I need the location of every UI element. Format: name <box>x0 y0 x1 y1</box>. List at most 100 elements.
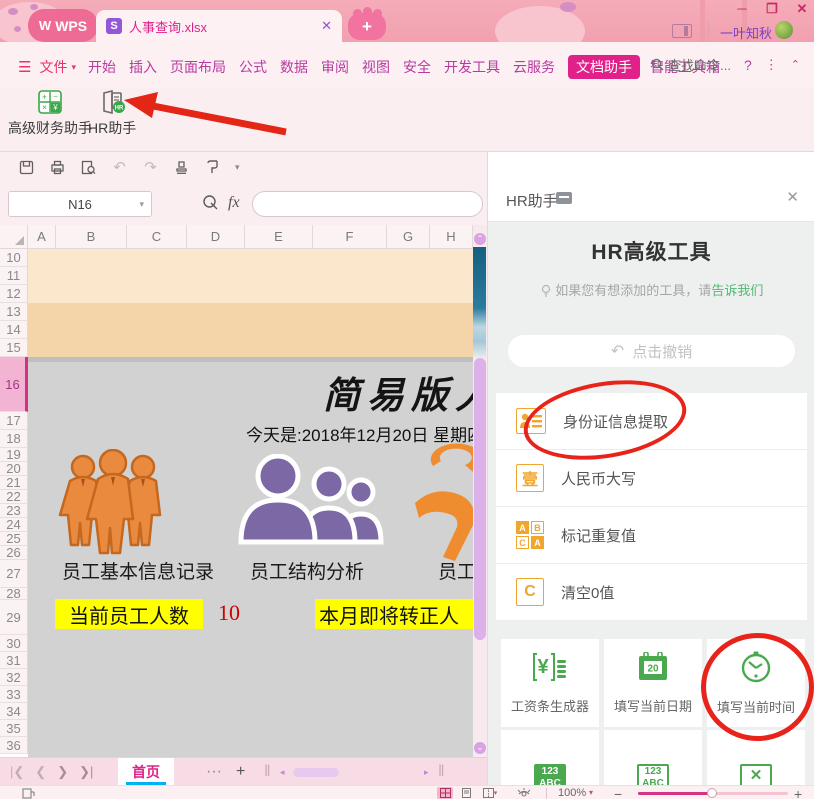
row-header-20[interactable]: 20 <box>0 462 28 476</box>
zoom-caret-icon[interactable]: ▾ <box>589 788 593 797</box>
page-layout-view-icon[interactable] <box>458 787 474 799</box>
finance-assistant-button[interactable]: + − × ¥ 高级财务助手 <box>8 90 92 138</box>
tool-tile-row2-0[interactable]: 123ABC <box>501 730 599 785</box>
scroll-down-icon[interactable]: ⌄ <box>474 742 486 754</box>
row-header-23[interactable]: 23 <box>0 504 28 518</box>
tool-item-标记重复值[interactable]: ABCA标记重复值 <box>496 507 807 564</box>
row-header-12[interactable]: 12 <box>0 285 28 303</box>
row-header-36[interactable]: 36 <box>0 737 28 754</box>
new-tab-button[interactable]: + <box>348 13 386 40</box>
sheet-list-icon[interactable]: ··· <box>206 758 222 786</box>
first-sheet-icon[interactable]: |❮ <box>10 764 24 780</box>
print-preview-icon[interactable] <box>80 159 97 176</box>
help-icon[interactable]: ? <box>744 57 752 73</box>
menu-item-插入[interactable]: 插入 <box>129 57 157 77</box>
module-label-basic-info[interactable]: 员工基本信息记录 <box>62 557 214 584</box>
undo-icon[interactable]: ↶ <box>111 159 128 176</box>
menu-item-页面布局[interactable]: 页面布局 <box>170 57 226 77</box>
row-header-11[interactable]: 11 <box>0 267 28 285</box>
collapse-ribbon-icon[interactable]: ⌃ <box>791 58 800 71</box>
column-header-C[interactable]: C <box>127 225 187 249</box>
add-sheet-icon[interactable]: + <box>236 758 245 786</box>
hamburger-icon[interactable]: ☰ <box>18 58 31 76</box>
row-header-22[interactable]: 22 <box>0 490 28 504</box>
click-undo-button[interactable]: ↶ 点击撤销 <box>508 335 795 367</box>
row-header-28[interactable]: 28 <box>0 588 28 600</box>
row-header-32[interactable]: 32 <box>0 669 28 686</box>
module-label-structure[interactable]: 员工结构分析 <box>250 557 364 584</box>
cell-name-box[interactable]: N16 ▾ <box>8 191 152 217</box>
row-header-24[interactable]: 24 <box>0 518 28 532</box>
select-all-corner[interactable] <box>0 225 28 249</box>
tool-tile-填写当前日期[interactable]: 20填写当前日期 <box>604 639 702 727</box>
maximize-button[interactable]: ❐ <box>761 1 783 17</box>
zoom-slider-thumb[interactable] <box>707 788 717 798</box>
zoom-formula-icon[interactable] <box>202 194 219 211</box>
toolbar-more-icon[interactable]: ▾ <box>235 162 240 173</box>
row-header-35[interactable]: 35 <box>0 720 28 737</box>
menu-item-开始[interactable]: 开始 <box>88 57 116 77</box>
row-header-34[interactable]: 34 <box>0 703 28 720</box>
tell-us-link[interactable]: 告诉我们 <box>711 283 763 298</box>
column-header-D[interactable]: D <box>187 225 245 249</box>
row-header-30[interactable]: 30 <box>0 635 28 652</box>
fx-icon[interactable]: fx <box>228 194 240 212</box>
page-break-view-icon[interactable]: ▾ <box>479 787 501 799</box>
row-header-29[interactable]: 29 <box>0 600 28 635</box>
vertical-scrollbar-thumb[interactable] <box>474 358 486 640</box>
last-sheet-icon[interactable]: ❯| <box>79 764 93 780</box>
tool-item-清空0值[interactable]: C清空0值 <box>496 564 807 621</box>
dock-sidebar-icon[interactable] <box>672 24 692 38</box>
horizontal-scrollbar-thumb[interactable] <box>293 768 339 777</box>
column-header-F[interactable]: F <box>313 225 387 249</box>
hscroll-right-icon[interactable]: ▸ <box>424 758 429 786</box>
hscroll-left-icon[interactable]: ◂ <box>280 758 285 786</box>
menu-item-公式[interactable]: 公式 <box>239 57 267 77</box>
sheet-tab-home[interactable]: 首页 <box>118 758 174 786</box>
vertical-scrollbar[interactable]: ⌃ ⌄ <box>473 225 487 757</box>
menu-item-开发工具[interactable]: 开发工具 <box>444 57 500 77</box>
formula-input[interactable] <box>252 191 483 217</box>
row-header-31[interactable]: 31 <box>0 652 28 669</box>
row-header-15[interactable]: 15 <box>0 339 28 357</box>
selection-info-icon[interactable] <box>22 788 35 799</box>
more-icon[interactable]: ⋮ <box>765 57 778 73</box>
close-tab-icon[interactable]: ✕ <box>321 18 332 34</box>
stamp-icon[interactable] <box>173 159 190 176</box>
document-tab[interactable]: S 人事查询.xlsx ✕ <box>96 10 342 42</box>
row-header-17[interactable]: 17 <box>0 412 28 430</box>
row-header-13[interactable]: 13 <box>0 303 28 321</box>
orange-clipart-partial-icon[interactable] <box>413 441 473 561</box>
print-icon[interactable] <box>49 159 66 176</box>
format-painter-icon[interactable] <box>204 159 221 176</box>
row-header-26[interactable]: 26 <box>0 546 28 560</box>
row-header-21[interactable]: 21 <box>0 476 28 490</box>
scroll-up-icon[interactable]: ⌃ <box>474 233 486 245</box>
menu-item-数据[interactable]: 数据 <box>280 57 308 77</box>
row-header-18[interactable]: 18 <box>0 430 28 448</box>
wps-home-button[interactable]: W WPS <box>28 9 98 42</box>
normal-view-icon[interactable] <box>437 787 453 799</box>
module-label-cut[interactable]: 员工 <box>438 557 473 584</box>
chevron-down-icon[interactable]: ▾ <box>71 62 76 73</box>
zoom-out-icon[interactable]: − <box>614 786 622 799</box>
row-header-33[interactable]: 33 <box>0 686 28 703</box>
eye-protection-icon[interactable] <box>514 787 534 799</box>
sheet-content[interactable]: 简易版人 今天是:2018年12月20日 星期四 <box>28 249 473 757</box>
menu-file[interactable]: 文件 <box>39 57 67 77</box>
find-command[interactable]: 查找命令... <box>651 55 731 74</box>
structure-analysis-clipart-icon[interactable] <box>233 454 395 546</box>
minimize-button[interactable]: ─ <box>731 1 753 17</box>
column-header-B[interactable]: B <box>56 225 127 249</box>
column-header-G[interactable]: G <box>387 225 430 249</box>
redo-icon[interactable]: ↷ <box>142 159 159 176</box>
row-header-27[interactable]: 27 <box>0 560 28 588</box>
row-header-16[interactable]: 16 <box>0 357 28 412</box>
avatar[interactable] <box>775 21 793 39</box>
username[interactable]: 一叶知秋 <box>720 23 772 42</box>
column-header-H[interactable]: H <box>430 225 473 249</box>
next-sheet-icon[interactable]: ❯ <box>57 764 68 780</box>
tool-tile-工资条生成器[interactable]: ¥工资条生成器 <box>501 639 599 727</box>
menu-item-安全[interactable]: 安全 <box>403 57 431 77</box>
column-header-A[interactable]: A <box>28 225 56 249</box>
